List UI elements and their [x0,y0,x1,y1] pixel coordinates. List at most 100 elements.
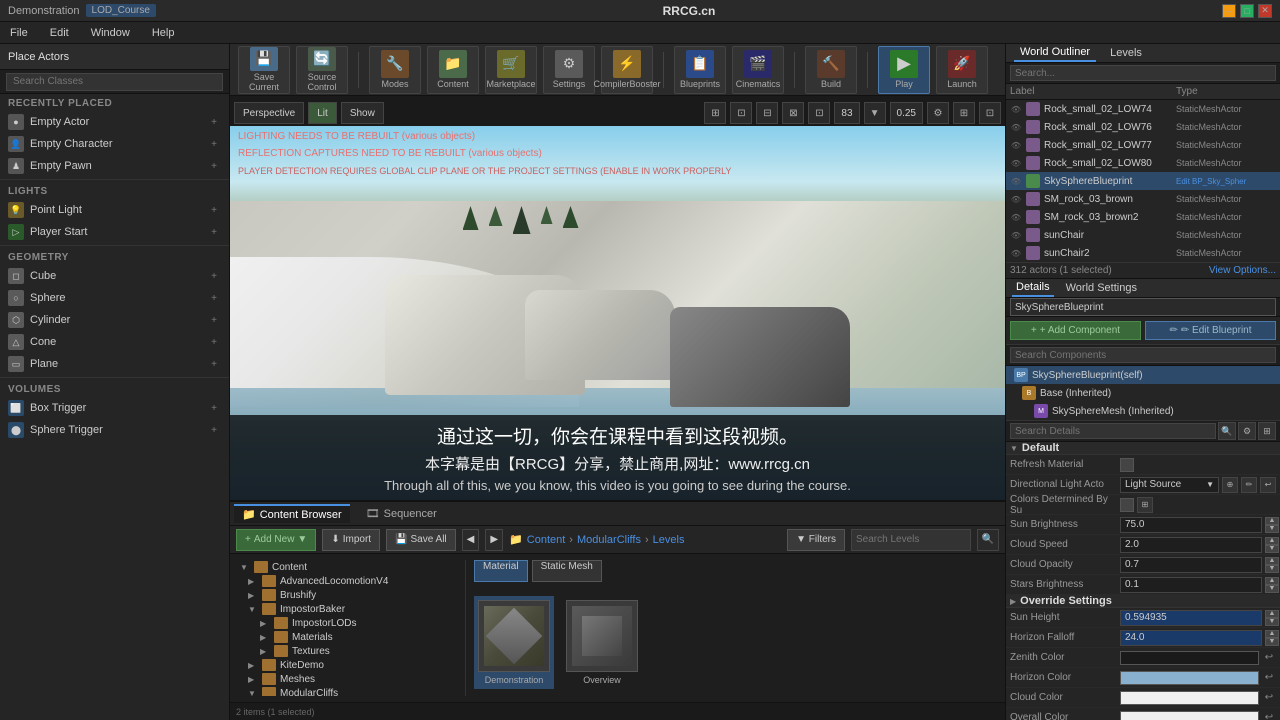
save-all-button[interactable]: 💾 Save All [386,529,456,551]
menu-edit[interactable]: Edit [46,25,73,41]
reset-overall-color-btn[interactable]: ↩ [1262,711,1276,720]
vp-icon-7[interactable]: ⚙ [927,102,949,124]
reset-cloud-color-btn[interactable]: ↩ [1262,691,1276,705]
tree-item-meshes-1[interactable]: ▶ Meshes [236,672,457,686]
settings-button[interactable]: ⚙ Settings [543,46,595,94]
actor-empty-pawn[interactable]: ♟ Empty Pawn + [0,155,229,177]
swatch-cloud-color[interactable] [1120,691,1259,705]
blueprints-button[interactable]: 📋 Blueprints [674,46,726,94]
vp-icon-3[interactable]: ⊟ [756,102,778,124]
filters-button[interactable]: ▼ Filters [787,529,845,551]
outliner-rock-80[interactable]: 👁 Rock_small_02_LOW80 StaticMeshActor [1006,154,1280,172]
asset-demonstration[interactable]: Demonstration [474,596,554,689]
tab-content-browser[interactable]: 📁 Content Browser [234,504,350,523]
tree-item-content[interactable]: ▼ Content [236,560,457,574]
comp-skysphere-self[interactable]: BP SkySphereBlueprint(self) [1006,366,1280,384]
viewport-area[interactable]: Perspective Lit Show ⊞ ⊡ ⊟ ⊠ ⊡ 83 ▼ 0.25… [230,96,1005,500]
checkbox-colors-sun[interactable] [1120,498,1134,512]
menu-help[interactable]: Help [148,25,179,41]
search-levels-input[interactable] [851,529,971,551]
vp-icon-2[interactable]: ⊡ [730,102,752,124]
input-stars-brightness[interactable] [1120,577,1262,593]
search-details-btn[interactable]: 🔍 [1218,422,1236,440]
swatch-horizon-color[interactable] [1120,671,1259,685]
input-sun-height[interactable] [1120,610,1262,626]
actor-player-start[interactable]: ▷ Player Start + [0,221,229,243]
outliner-search-input[interactable] [1010,65,1276,81]
import-button[interactable]: ⬇ Import [322,529,380,551]
tab-world-outliner[interactable]: World Outliner [1014,44,1096,62]
actor-sphere-trigger[interactable]: ⬤ Sphere Trigger + [0,419,229,441]
arrow-down-sun-height[interactable]: ▼ [1265,618,1279,626]
search-classes-input[interactable] [6,73,223,91]
outliner-rock-76[interactable]: 👁 Rock_small_02_LOW76 StaticMeshActor [1006,118,1280,136]
outliner-sun-chair2[interactable]: 👁 sunChair2 StaticMeshActor [1006,244,1280,262]
selected-actor-name-input[interactable] [1010,298,1276,316]
tab-sequencer[interactable]: 🎞 Sequencer [358,505,445,522]
view-options-button[interactable]: View Options... [1209,265,1276,276]
source-control-button[interactable]: 🔄 Source Control [296,46,348,94]
tree-item-modular-cliffs[interactable]: ▼ ModularCliffs [236,686,457,696]
maximize-button[interactable]: □ [1240,4,1254,18]
tree-item-brushify[interactable]: ▶ Brushify [236,588,457,602]
actor-cone[interactable]: △ Cone + [0,331,229,353]
path-content[interactable]: Content [527,534,566,546]
filter-material-btn[interactable]: Material [474,560,528,582]
actor-plane[interactable]: ▭ Plane + [0,353,229,375]
search-components-input[interactable] [1010,347,1276,363]
actor-sphere[interactable]: ○ Sphere + [0,287,229,309]
outliner-sm-rock-brown[interactable]: 👁 SM_rock_03_brown StaticMeshActor [1006,190,1280,208]
arrow-up-cloud-speed[interactable]: ▲ [1265,537,1279,545]
nav-forward-button[interactable]: ▶ [485,529,503,551]
menu-file[interactable]: File [6,25,32,41]
edit-blueprint-button[interactable]: ✏ ✏ Edit Blueprint [1145,321,1276,340]
path-modular-cliffs[interactable]: ModularCliffs [577,534,641,546]
arrow-down-horizon-falloff[interactable]: ▼ [1265,638,1279,646]
checkbox-refresh[interactable] [1120,458,1134,472]
dir-light-reset-btn[interactable]: ↩ [1260,477,1276,493]
tree-item-impostor-lods[interactable]: ▶ ImpostorLODs [236,616,457,630]
input-cloud-opacity[interactable] [1120,557,1262,573]
menu-window[interactable]: Window [87,25,134,41]
vp-icon-5[interactable]: ⊡ [808,102,830,124]
tab-levels[interactable]: Levels [1104,45,1148,61]
arrow-down-sun-brightness[interactable]: ▼ [1265,525,1279,533]
arrow-down-cloud-speed[interactable]: ▼ [1265,545,1279,553]
add-sphere-btn[interactable]: + [207,291,221,305]
dir-light-edit-btn[interactable]: ✏ [1241,477,1257,493]
swatch-overall-color[interactable] [1120,711,1259,720]
actor-cylinder[interactable]: ⬡ Cylinder + [0,309,229,331]
add-point-light-btn[interactable]: + [207,203,221,217]
tree-item-textures[interactable]: ▶ Textures [236,644,457,658]
add-sphere-trigger-btn[interactable]: + [207,423,221,437]
actor-cube[interactable]: ◻ Cube + [0,265,229,287]
add-empty-character-btn[interactable]: + [207,137,221,151]
add-cone-btn[interactable]: + [207,335,221,349]
outliner-sun-chair[interactable]: 👁 sunChair StaticMeshActor [1006,226,1280,244]
reset-zenith-color-btn[interactable]: ↩ [1262,651,1276,665]
add-box-trigger-btn[interactable]: + [207,401,221,415]
comp-sky-mesh-inherited[interactable]: M SkySphereMesh (Inherited) [1006,402,1280,420]
arrow-up-stars-brightness[interactable]: ▲ [1265,577,1279,585]
cinematics-button[interactable]: 🎬 Cinematics [732,46,784,94]
outliner-rock-77[interactable]: 👁 Rock_small_02_LOW77 StaticMeshActor [1006,136,1280,154]
launch-button[interactable]: 🚀 Launch [936,46,988,94]
filter-static-mesh-btn[interactable]: Static Mesh [532,560,602,582]
outliner-sky-sphere[interactable]: 👁 SkySphereBlueprint Edit BP_Sky_Spher [1006,172,1280,190]
add-component-button[interactable]: + + Add Component [1010,321,1141,340]
vp-icon-8[interactable]: ⊞ [953,102,975,124]
outliner-rock-74[interactable]: 👁 Rock_small_02_LOW74 StaticMeshActor [1006,100,1280,118]
input-sun-brightness[interactable] [1120,517,1262,533]
build-button[interactable]: 🔨 Build [805,46,857,94]
arrow-down-cloud-opacity[interactable]: ▼ [1265,565,1279,573]
add-empty-actor-btn[interactable]: + [207,115,221,129]
add-player-start-btn[interactable]: + [207,225,221,239]
arrow-down-stars-brightness[interactable]: ▼ [1265,585,1279,593]
nav-back-button[interactable]: ◀ [462,529,480,551]
arrow-up-sun-brightness[interactable]: ▲ [1265,517,1279,525]
close-button[interactable]: ✕ [1258,4,1272,18]
section-default[interactable]: ▼ Default [1006,442,1280,455]
tree-item-kite-demo[interactable]: ▶ KiteDemo [236,658,457,672]
add-plane-btn[interactable]: + [207,357,221,371]
compiler-booster-button[interactable]: ⚡ CompilerBooster [601,46,653,94]
